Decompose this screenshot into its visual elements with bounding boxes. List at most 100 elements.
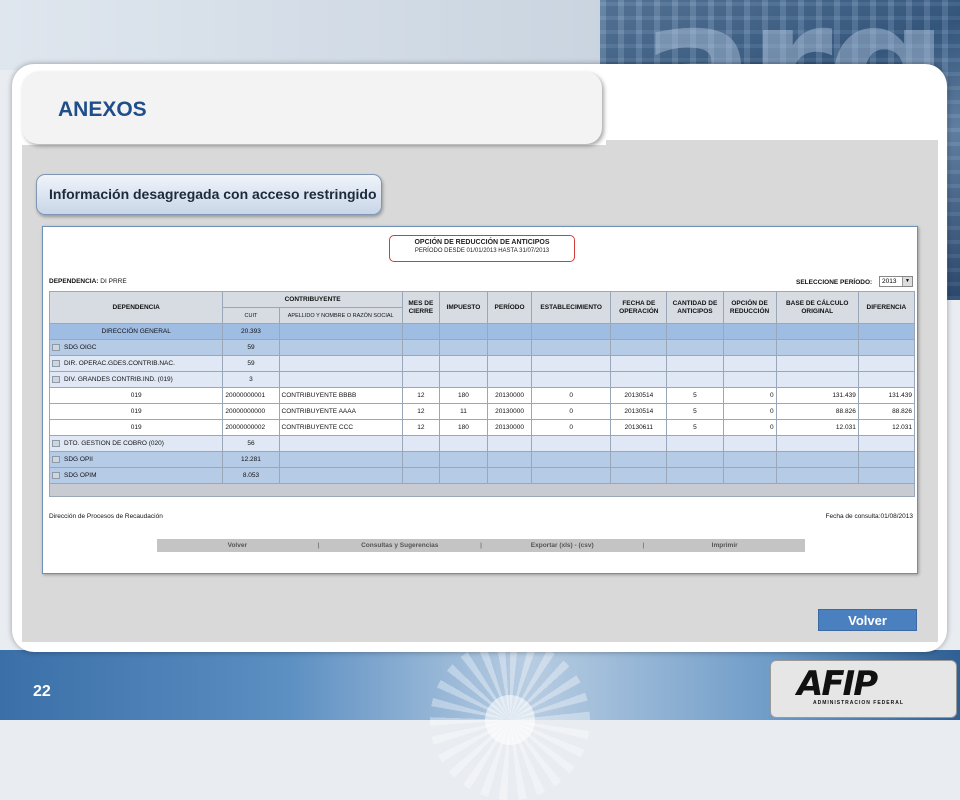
content-panel-top [606,140,938,150]
report-period: PERÍODO DESDE 01/01/2013 HASTA 31/07/201… [414,248,550,254]
report-action-bar: Volver | Consultas y Sugerencias | Expor… [157,539,805,552]
expand-icon[interactable] [52,439,60,447]
col-opcion: OPCIÓN DE REDUCCIÓN [722,291,777,324]
expand-icon[interactable] [52,471,60,479]
row-name: DIV. GRANDES CONTRIB.IND. (019) [64,376,173,384]
cell-dep: 019 [48,403,224,420]
row-name: SDG OPIM [64,472,97,480]
section-label-pill: Información desagregada con acceso restr… [36,174,382,215]
row-count: 8.053 [222,467,280,484]
table-header-row: DEPENDENCIA CONTRIBUYENTE MES DE CIERRE … [48,291,916,324]
col-cantidad: CANTIDAD DE ANTICIPOS [666,291,724,324]
table-row-detail[interactable]: 019 20000000001 CONTRIBUYENTE BBBB 12 18… [48,387,916,404]
col-base: BASE DE CÁLCULO ORIGINAL [775,291,859,324]
row-count: 59 [222,339,280,356]
cell-dif: 131.439 [857,387,916,404]
expand-icon[interactable] [52,359,60,367]
cell-mes: 12 [401,403,440,420]
row-name-cell: DIV. GRANDES CONTRIB.IND. (019) [48,371,224,388]
table-row-direccion-general[interactable]: DIRECCIÓN GENERAL 20.393 [48,323,916,340]
cell-mes: 12 [401,387,440,404]
cell-base: 131.439 [775,387,859,404]
col-contribuyente: CONTRIBUYENTE [222,291,403,308]
table-row[interactable]: DTO. GESTION DE COBRO (020) 56 [48,435,916,452]
row-name: DTO. GESTION DE COBRO (020) [64,440,164,448]
row-name-cell: SDG OPII [48,451,224,468]
dependencia-label-value: DI PRRE [100,278,127,285]
cell-base: 88.826 [775,403,859,420]
col-fecha: FECHA DE OPERACIÓN [610,291,668,324]
cell-base: 12.031 [775,419,859,436]
section-label: Información desagregada con acceso restr… [49,186,377,202]
col-razon: APELLIDO Y NOMBRE O RAZÓN SOCIAL [278,307,403,324]
cell-razon: CONTRIBUYENTE AAAA [278,403,403,420]
cell-dif: 12.031 [857,419,916,436]
afip-logo-subtitle: ADMINISTRACION FEDERAL [813,700,904,706]
cell-cuit: 20000000001 [222,387,280,404]
report-table: DEPENDENCIA CONTRIBUYENTE MES DE CIERRE … [48,291,916,497]
row-count: 3 [222,371,280,388]
cell-cant: 5 [666,387,724,404]
cell-est: 0 [531,387,612,404]
table-row[interactable]: SDG OPII 12.281 [48,451,916,468]
table-row[interactable]: SDG OIGC 59 [48,339,916,356]
col-impuesto: IMPUESTO [438,291,489,324]
cell-opc: 0 [722,419,777,436]
expand-icon[interactable] [52,343,60,351]
period-select-value: 2013 [882,278,897,285]
dependencia-label-key: DEPENDENCIA: [49,278,99,285]
page-title: ANEXOS [58,98,147,121]
dropdown-arrow-icon[interactable]: ▼ [902,277,912,286]
cell-per: 20130000 [486,403,533,420]
row-name-cell: DTO. GESTION DE COBRO (020) [48,435,224,452]
row-name-cell: DIR. OPERAC.GDES.CONTRIB.NAC. [48,355,224,372]
cell-dep: 019 [48,387,224,404]
cell-razon: CONTRIBUYENTE BBBB [278,387,403,404]
table-row[interactable]: SDG OPIM 8.053 [48,467,916,484]
row-name-cell: SDG OPIM [48,467,224,484]
row-name: SDG OPII [64,456,93,464]
col-mes-cierre: MES DE CIERRE [401,291,440,324]
exportar-link[interactable]: Exportar (xls) - (csv) [482,542,643,549]
table-row[interactable]: DIR. OPERAC.GDES.CONTRIB.NAC. 59 [48,355,916,372]
cell-cuit: 20000000002 [222,419,280,436]
cell-mes: 12 [401,419,440,436]
row-name: SDG OIGC [64,344,97,352]
cell-per: 20130000 [486,419,533,436]
cell-per: 20130000 [486,387,533,404]
cell-dep: 019 [48,419,224,436]
table-row-detail[interactable]: 019 20000000000 CONTRIBUYENTE AAAA 12 11… [48,403,916,420]
col-periodo: PERÍODO [486,291,533,324]
row-count: 12.281 [222,451,280,468]
col-diferencia: DIFERENCIA [857,291,916,324]
volver-link[interactable]: Volver [157,542,318,549]
period-select[interactable]: 2013 ▼ [879,276,913,287]
consultas-link[interactable]: Consultas y Sugerencias [319,542,480,549]
page-number: 22 [33,683,51,700]
row-count: 56 [222,435,280,452]
cell-imp: 180 [438,387,489,404]
period-select-label: SELECCIONE PERÍODO: [796,279,873,286]
sun-core [485,695,535,745]
row-name: DIR. OPERAC.GDES.CONTRIB.NAC. [64,360,175,368]
col-dependencia: DEPENDENCIA [48,291,224,324]
header-background [0,0,620,70]
cell-est: 0 [531,403,612,420]
cell-opc: 0 [722,387,777,404]
expand-icon[interactable] [52,455,60,463]
report-title: OPCIÓN DE REDUCCIÓN DE ANTICIPOS [414,239,550,246]
expand-icon[interactable] [52,375,60,383]
report-title-box: OPCIÓN DE REDUCCIÓN DE ANTICIPOS PERÍODO… [389,235,575,262]
table-row[interactable]: DIV. GRANDES CONTRIB.IND. (019) 3 [48,371,916,388]
cell-dif: 88.826 [857,403,916,420]
row-count: 20.393 [222,323,280,340]
row-name-cell: SDG OIGC [48,339,224,356]
report-footer-department: Dirección de Procesos de Recaudación [49,513,163,520]
table-row-detail[interactable]: 019 20000000002 CONTRIBUYENTE CCC 12 180… [48,419,916,436]
cell-opc: 0 [722,403,777,420]
volver-button[interactable]: Volver [818,609,917,631]
afip-logo: AFIP [797,664,878,704]
report-footer-date: Fecha de consulta:01/08/2013 [825,513,913,520]
imprimir-link[interactable]: Imprimir [644,542,805,549]
row-name: DIRECCIÓN GENERAL [48,323,224,340]
